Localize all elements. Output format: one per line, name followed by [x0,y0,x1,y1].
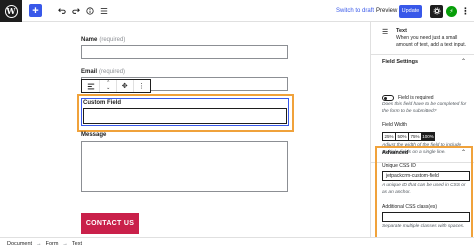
width-25-button[interactable]: 25% [382,132,396,141]
chevron-right-icon: → [62,240,68,247]
width-50-button[interactable]: 50% [395,132,409,141]
settings-button[interactable] [430,0,443,22]
breadcrumb-document[interactable]: Document [7,241,32,247]
more-vertical-icon: ⋮ [138,83,146,90]
jetpack-button[interactable]: ⚡ [446,0,457,22]
chevron-up-icon[interactable]: ⌃ [461,58,466,65]
drag-handle-button[interactable]: ✥ [117,80,134,92]
block-toolbar: ⌃ ⌄ ✥ ⋮ [81,79,151,93]
custom-field-input[interactable] [83,108,287,124]
plus-icon: + [32,4,39,17]
chevron-right-icon: → [36,240,42,247]
wordpress-logo-icon: W [4,4,18,18]
custom-field-label[interactable]: Custom Field [83,100,121,106]
list-view-button[interactable] [98,4,109,18]
field-required-toggle[interactable] [382,95,394,101]
email-label-text: Email [81,69,98,75]
add-block-button[interactable]: + [29,4,42,17]
move-button[interactable]: ⌃ ⌄ [100,80,117,92]
more-options-button[interactable]: ⋮ [461,0,470,22]
drag-handle-icon: ✥ [121,83,128,90]
update-button[interactable]: Update [399,0,422,22]
toggle-knob [384,97,387,100]
align-button[interactable] [82,80,101,92]
email-field-label: Email (required) [81,69,125,75]
move-up-down-icon: ⌃ ⌄ [106,80,111,91]
field-required-label: Field is required [398,95,434,101]
name-field-label: Name (required) [81,37,125,43]
text-block-icon: ☰ [382,29,389,36]
preview-button[interactable]: Preview [376,0,397,22]
message-textarea[interactable] [81,141,288,192]
undo-icon [57,8,66,14]
field-width-label: Field Width [382,122,408,128]
name-label-text: Name [81,37,98,43]
block-title: Text [396,28,407,34]
advanced-panel-highlight [375,146,473,240]
wordpress-logo-button[interactable]: W [0,0,22,22]
width-100-button[interactable]: 100% [421,132,435,141]
redo-icon [71,8,80,14]
preview-label: Preview [376,8,398,14]
divider [371,54,474,55]
redo-button[interactable] [70,4,81,18]
switch-to-draft-label: Switch to draft [336,8,375,14]
name-input[interactable] [81,45,288,59]
breadcrumb-text[interactable]: Text [72,241,82,247]
jetpack-icon: ⚡ [446,5,457,17]
update-label: Update [399,4,422,18]
gear-icon [430,4,443,18]
breadcrumb-form[interactable]: Form [46,241,59,247]
block-description: When you need just a small amount of tex… [396,35,467,48]
message-label: Message [81,132,107,138]
email-required-text: (required) [99,69,126,75]
block-more-button[interactable]: ⋮ [134,80,151,92]
field-required-help: Does this field have to be completed for… [382,102,467,114]
contact-us-button[interactable]: CONTACT US [81,213,139,234]
width-75-button[interactable]: 75% [408,132,422,141]
switch-to-draft-button[interactable]: Switch to draft [336,0,374,22]
field-settings-title[interactable]: Field Settings [382,59,418,65]
more-vertical-icon: ⋮ [461,5,470,16]
info-icon [85,7,94,15]
details-button[interactable] [84,4,95,18]
field-width-group: 25% 50% 75% 100% [382,132,435,141]
list-view-icon [100,8,107,14]
align-left-icon [87,83,94,89]
breadcrumb: Document → Form → Text [0,237,474,249]
name-required-text: (required) [99,37,126,43]
editor-header: W + Switch to draft Preview Update ⚡ ⋮ [0,0,474,22]
undo-button[interactable] [56,4,67,18]
